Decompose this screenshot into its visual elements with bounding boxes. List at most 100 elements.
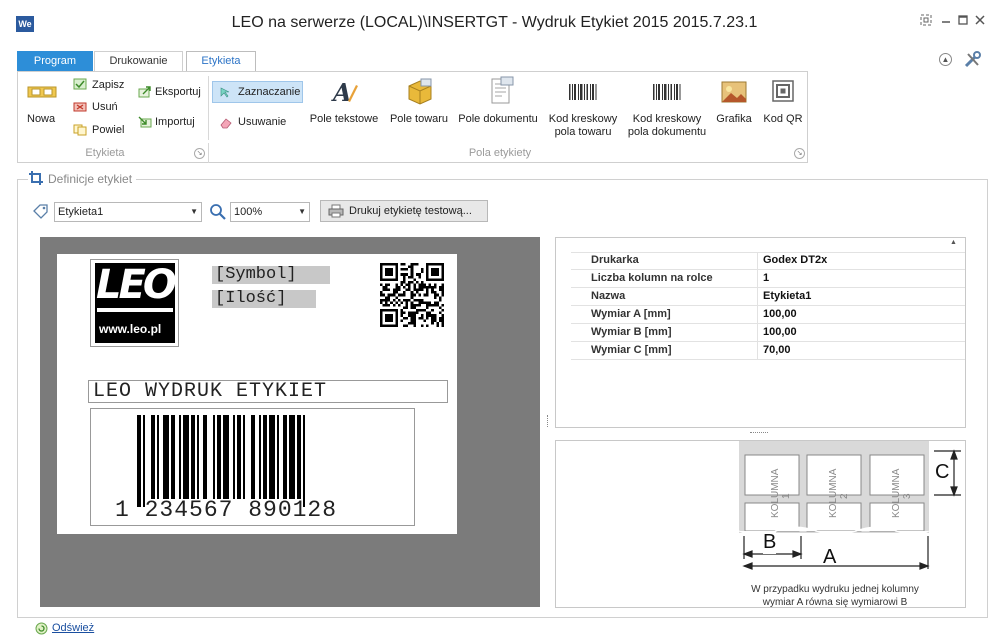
property-value[interactable]: Godex DT2x xyxy=(759,252,827,269)
barcode-bar xyxy=(143,415,145,507)
qr-module xyxy=(410,280,414,284)
restore-window-icon[interactable] xyxy=(918,14,934,30)
remove-field-button[interactable]: Usuwanie xyxy=(238,116,286,128)
document-field-button[interactable]: Pole dokumentu xyxy=(456,113,540,126)
definitions-title: Definicje etykiet xyxy=(44,172,137,186)
label-title-field[interactable]: LEO WYDRUK ETYKIET xyxy=(88,380,448,403)
barcode-bar xyxy=(179,415,181,499)
qr-module xyxy=(413,298,416,302)
delete-icon xyxy=(73,101,87,113)
tools-icon[interactable] xyxy=(963,51,983,69)
image-button[interactable]: Grafika xyxy=(712,113,756,126)
delete-button[interactable]: Usuń xyxy=(92,101,118,113)
qr-module xyxy=(426,288,429,292)
qr-module xyxy=(408,286,411,289)
quantity-field[interactable]: [Ilość] xyxy=(212,290,316,308)
qr-module xyxy=(405,306,409,310)
save-button[interactable]: Zapisz xyxy=(92,79,124,91)
property-row[interactable]: Wymiar C [mm] 70,00 xyxy=(571,342,965,360)
property-value[interactable]: 1 xyxy=(759,270,769,287)
label-qr-code[interactable] xyxy=(380,263,444,327)
qr-module xyxy=(418,301,421,304)
property-value[interactable]: 70,00 xyxy=(759,342,791,359)
qr-module xyxy=(418,303,421,307)
barcode-bar xyxy=(217,415,221,499)
product-field-button[interactable]: Pole towaru xyxy=(385,113,453,126)
property-value[interactable]: Etykieta1 xyxy=(759,288,811,305)
qr-module xyxy=(428,303,432,307)
qr-module xyxy=(415,309,419,312)
qr-module xyxy=(438,319,442,322)
group-expander-etykieta-icon[interactable]: ↘ xyxy=(194,148,205,159)
qr-module xyxy=(387,303,391,307)
maximize-icon[interactable] xyxy=(955,14,971,30)
property-row[interactable]: Wymiar A [mm] 100,00 xyxy=(571,306,965,324)
duplicate-button[interactable]: Powiel xyxy=(92,124,124,136)
scroll-up-icon[interactable]: ▲ xyxy=(950,239,957,246)
document-barcode-button[interactable]: Kod kreskowy pola dokumentu xyxy=(624,113,710,139)
qr-module xyxy=(403,298,406,302)
collapse-ribbon-icon[interactable]: ▲ xyxy=(939,53,952,66)
qr-module xyxy=(413,263,416,266)
qr-module xyxy=(403,306,406,310)
qr-module xyxy=(431,321,434,325)
horizontal-splitter[interactable] xyxy=(750,432,768,434)
import-button[interactable]: Importuj xyxy=(155,116,195,128)
qr-module xyxy=(438,288,442,292)
qr-module xyxy=(403,278,406,281)
refresh-link[interactable]: Odśwież xyxy=(52,622,94,634)
property-value[interactable]: 100,00 xyxy=(759,324,797,341)
qr-module xyxy=(382,293,386,297)
qr-module xyxy=(441,291,444,294)
property-row[interactable]: Wymiar B [mm] 100,00 xyxy=(571,324,965,342)
new-label-icon[interactable] xyxy=(26,82,58,106)
qr-module xyxy=(385,283,388,287)
qr-module xyxy=(405,303,409,307)
qr-module xyxy=(410,306,414,310)
group-expander-pola-icon[interactable]: ↘ xyxy=(794,148,805,159)
print-test-button[interactable]: Drukuj etykietę testową... xyxy=(320,200,488,222)
qr-module xyxy=(418,275,421,279)
tab-drukowanie[interactable]: Drukowanie xyxy=(94,51,183,71)
vertical-splitter[interactable] xyxy=(547,415,549,427)
close-icon[interactable] xyxy=(972,14,988,30)
barcode-bar xyxy=(163,415,169,499)
tab-etykieta[interactable]: Etykieta xyxy=(186,51,256,72)
qr-module xyxy=(413,321,416,325)
qr-module xyxy=(413,278,416,281)
property-row[interactable]: Liczba kolumn na rolce 1 xyxy=(571,270,965,288)
tab-program[interactable]: Program xyxy=(17,51,93,71)
refresh-icon[interactable] xyxy=(35,622,48,635)
qr-module xyxy=(415,291,419,294)
qr-module xyxy=(400,319,404,322)
qr-module xyxy=(441,303,444,307)
qr-module xyxy=(438,296,442,299)
qr-module xyxy=(438,298,442,302)
property-row[interactable]: Drukarka Godex DT2x xyxy=(571,252,965,270)
export-button[interactable]: Eksportuj xyxy=(155,86,201,98)
qr-module xyxy=(387,296,391,299)
barcode-bar xyxy=(203,415,207,499)
barcode-number: 1 234567 890128 xyxy=(115,497,338,523)
symbol-field[interactable]: [Symbol] xyxy=(212,266,330,284)
logo-text: LEO xyxy=(96,262,177,308)
zoom-select[interactable]: 100% ▼ xyxy=(230,202,310,222)
new-label-button[interactable]: Nowa xyxy=(27,113,55,125)
qr-module xyxy=(385,301,388,304)
qr-module xyxy=(415,311,419,315)
qr-code-button[interactable]: Kod QR xyxy=(760,113,806,126)
property-key: Wymiar C [mm] xyxy=(571,342,758,359)
qr-module xyxy=(441,309,444,312)
property-row[interactable]: Nazwa Etykieta1 xyxy=(571,288,965,306)
qr-module xyxy=(408,283,411,287)
qr-module xyxy=(431,303,434,307)
text-field-button[interactable]: Pole tekstowe xyxy=(306,113,382,126)
qr-module xyxy=(408,275,411,279)
label-select[interactable]: Etykieta1 ▼ xyxy=(54,202,202,222)
property-value[interactable]: 100,00 xyxy=(759,306,797,323)
qr-module xyxy=(431,316,434,320)
product-barcode-button[interactable]: Kod kreskowy pola towaru xyxy=(544,113,622,139)
duplicate-icon xyxy=(73,124,87,136)
qr-module xyxy=(410,319,414,322)
minimize-icon[interactable] xyxy=(938,14,954,30)
